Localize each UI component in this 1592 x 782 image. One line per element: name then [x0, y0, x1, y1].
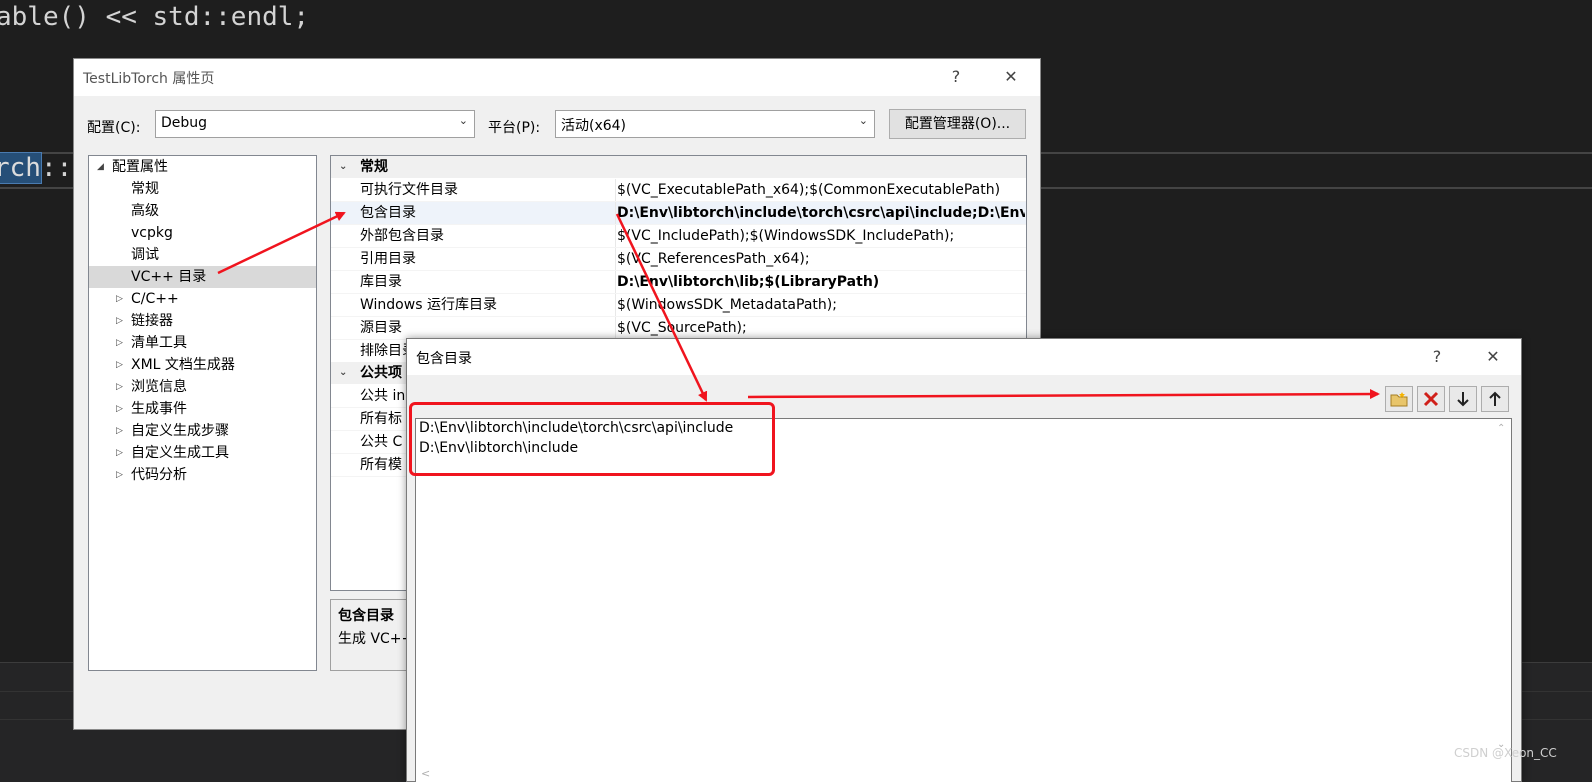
arrow-to-include-dirs	[217, 211, 346, 275]
watermark: CSDN @Xeon_CC	[1454, 746, 1557, 760]
annotation-arrows	[217, 211, 1380, 402]
arrow-to-list-box	[615, 213, 708, 402]
arrow-to-new-line-button	[747, 389, 1380, 400]
